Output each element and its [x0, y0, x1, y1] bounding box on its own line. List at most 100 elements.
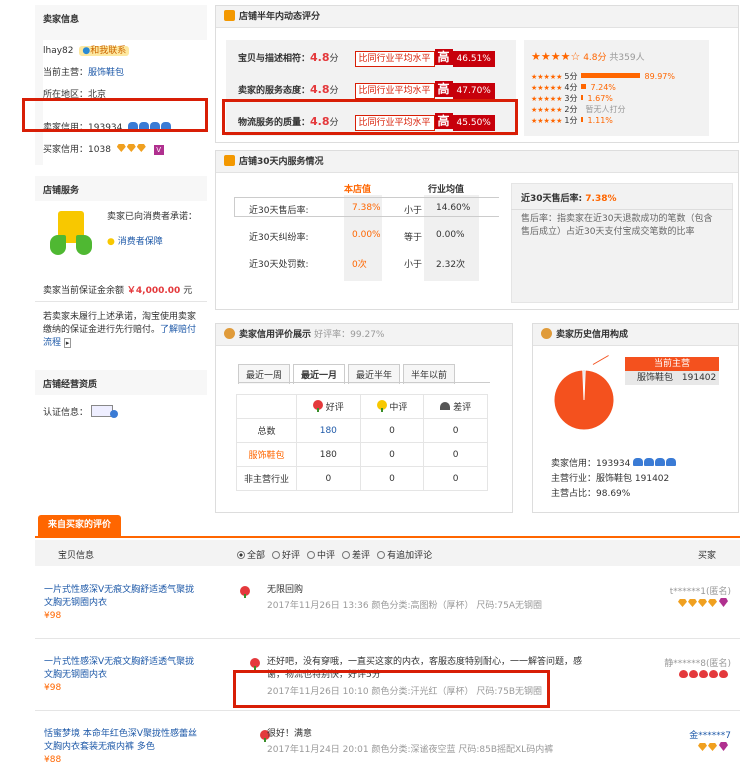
- dsr-dist-pct: 暂无人打分: [585, 105, 626, 114]
- main-biz-link[interactable]: 服饰鞋包: [88, 68, 124, 78]
- dsr-level: 高: [434, 81, 453, 97]
- hist-seller-credit: 193934: [596, 459, 631, 469]
- svc-ind: 14.60%: [436, 203, 471, 213]
- radio-icon: [377, 551, 386, 559]
- dsr-compare: 比同行业平均水平: [354, 83, 435, 99]
- col-mid: 中评: [389, 403, 408, 413]
- dsr-dist-bar: [581, 84, 587, 89]
- shop-service-title: 店铺服务: [43, 186, 80, 196]
- dsr-dist-pct: 1.67%: [587, 94, 613, 103]
- radio-icon: [237, 551, 245, 559]
- history-panel: 卖家历史信用构成 当前主营 服饰鞋包 191402 卖家信用：193934 主营…: [532, 323, 739, 513]
- dsr-dist-row: ★★★★★ 1分 1.11%: [531, 116, 613, 126]
- bad-rating-icon: [440, 402, 451, 410]
- dsr-dist-pct: 7.24%: [590, 83, 616, 92]
- legend-val: 191402: [681, 373, 717, 383]
- shopping-bag-icon: [50, 209, 92, 257]
- radio-icon: [307, 551, 316, 559]
- review-item-title[interactable]: 一片式性感深V无痕文胸舒适透气聚拢文胸无钢圈内衣: [44, 656, 199, 682]
- side-value: 7.38%: [585, 194, 617, 204]
- dsr-dist-row: ★★★★★ 2分 暂无人打分: [531, 105, 625, 115]
- rating-row-label[interactable]: 服饰鞋包: [236, 442, 297, 467]
- buyer-name[interactable]: 金******7: [689, 728, 731, 741]
- rating-table: 好评 中评 差评 总数 180 0 0 服饰鞋包 180 0 0 非主营行业 0 0 0: [236, 394, 488, 491]
- filter-label: 差评: [352, 551, 371, 561]
- reviews-tab[interactable]: 来自买家的评价: [38, 515, 122, 536]
- rating-mid: 0: [359, 418, 425, 443]
- review-comment: 无限回购: [267, 585, 304, 595]
- seller-name: lhay82: [43, 46, 74, 56]
- rating-row-label: 非主营行业: [236, 466, 297, 491]
- rating-tab[interactable]: 半年以前: [403, 364, 456, 384]
- col-shop-header: 本店值: [344, 185, 372, 195]
- small-stars-icon: ★★★★★: [531, 106, 563, 114]
- svc-compare: 小于: [404, 206, 423, 216]
- guarantee-link[interactable]: 消费者保障: [118, 237, 163, 247]
- buyer-credit-label: 买家信用：: [43, 145, 89, 155]
- mid-rating-icon: [376, 400, 387, 412]
- good-rating-icon: [250, 658, 260, 670]
- good-rate: 好评率：99.27%: [314, 330, 385, 340]
- hist-seller-credit-label: 卖家信用：: [551, 459, 597, 469]
- col-buyer-header: 买家: [698, 551, 717, 561]
- cert-label: 认证信息：: [43, 408, 89, 418]
- filter-radio[interactable]: 差评: [342, 551, 370, 561]
- filter-radio[interactable]: 全部: [237, 551, 265, 561]
- rating-tab[interactable]: 最近一周: [238, 364, 291, 384]
- rating-tab[interactable]: 最近半年: [348, 364, 401, 384]
- id-card-icon[interactable]: [90, 405, 118, 418]
- dsr-dist-label: 3分: [564, 94, 578, 103]
- credit-pie-chart: [553, 369, 615, 431]
- arrow-right-icon[interactable]: ▸: [63, 338, 72, 348]
- review-item-title[interactable]: 恬蜜梦境 本命年红色深V聚拢性感蕾丝文胸内衣套装无痕内裤 多色: [44, 728, 199, 754]
- small-stars-icon: ★★★★★: [531, 95, 563, 103]
- col-good: 好评: [325, 403, 344, 413]
- review-item-title[interactable]: 一片式性感深V无痕文胸舒适透气聚拢文胸无钢圈内衣: [44, 584, 199, 610]
- history-title: 卖家历史信用构成: [556, 330, 629, 340]
- filter-radio[interactable]: 有追加评论: [377, 551, 432, 561]
- buyer-name[interactable]: 静******8(匿名): [664, 656, 731, 669]
- dsr-summary-count: 共359人: [609, 53, 645, 63]
- filter-radio[interactable]: 好评: [272, 551, 300, 561]
- diamond-icon: [116, 144, 147, 155]
- hist-share-label: 主营占比：: [551, 489, 597, 499]
- filter-label: 好评: [282, 551, 301, 561]
- svc-compare: 小于: [404, 260, 423, 270]
- buyer-badge: [678, 598, 729, 610]
- hist-share: 98.69%: [596, 489, 631, 499]
- dsr-dist-row: ★★★★★ 3分 1.67%: [531, 94, 613, 104]
- rating-tab[interactable]: 最近一月: [293, 364, 346, 384]
- user-icon: [224, 328, 235, 339]
- dsr-pct: 46.51%: [452, 51, 495, 67]
- review-meta: 2017年11月24日 20:01 颜色分类:深谧夜空蓝 尺码:85B摇配XL码…: [267, 745, 554, 755]
- rating-title: 卖家信用评价展示: [239, 330, 312, 340]
- star-rating-icon: ★★★★☆: [531, 50, 581, 63]
- promise-text: 卖家已向消费者承诺：: [107, 212, 198, 222]
- calendar-icon: [224, 10, 235, 21]
- review-item-price: ¥88: [44, 755, 62, 765]
- svc-label: 近30天处罚数:: [249, 260, 309, 270]
- side-desc: 售后率：指卖家在近30天退款成功的笔数（包含售后成立）占近30天支付宝成交笔数的…: [521, 214, 713, 237]
- buyer-credit-value: 1038: [88, 145, 111, 155]
- dsr-dist-row: ★★★★★ 4分 7.24%: [531, 83, 616, 93]
- shop-qual-panel: 店铺经营资质 认证信息：: [35, 370, 207, 430]
- buyer-name[interactable]: t******1(匿名): [670, 584, 731, 597]
- deposit-label: 卖家当前保证金余额: [43, 286, 125, 296]
- filter-radio[interactable]: 中评: [307, 551, 335, 561]
- shop-qual-title: 店铺经营资质: [43, 380, 98, 390]
- rating-bad: 0: [423, 466, 488, 491]
- dsr-title: 店铺半年内动态评分: [239, 12, 321, 22]
- svc-compare: 等于: [404, 233, 423, 243]
- vip-icon: [719, 742, 728, 751]
- service30-panel: 店铺30天内服务情况 本店值 行业均值 近30天售后率: 7.38% 小于 14.60…: [215, 150, 739, 310]
- annotation-box-logistics: [222, 99, 518, 135]
- rating-mid: 0: [359, 466, 425, 491]
- dsr-dist-label: 5分: [564, 72, 578, 81]
- rating-good[interactable]: 180: [296, 418, 361, 443]
- dsr-score: 4.8: [310, 83, 330, 96]
- main-tag: 当前主营: [625, 357, 719, 371]
- svc-label: 近30天纠纷率:: [249, 233, 309, 243]
- contact-button[interactable]: ●和我联系: [79, 46, 130, 56]
- dsr-dist-label: 2分: [564, 105, 578, 114]
- rating-good[interactable]: 180: [296, 442, 361, 467]
